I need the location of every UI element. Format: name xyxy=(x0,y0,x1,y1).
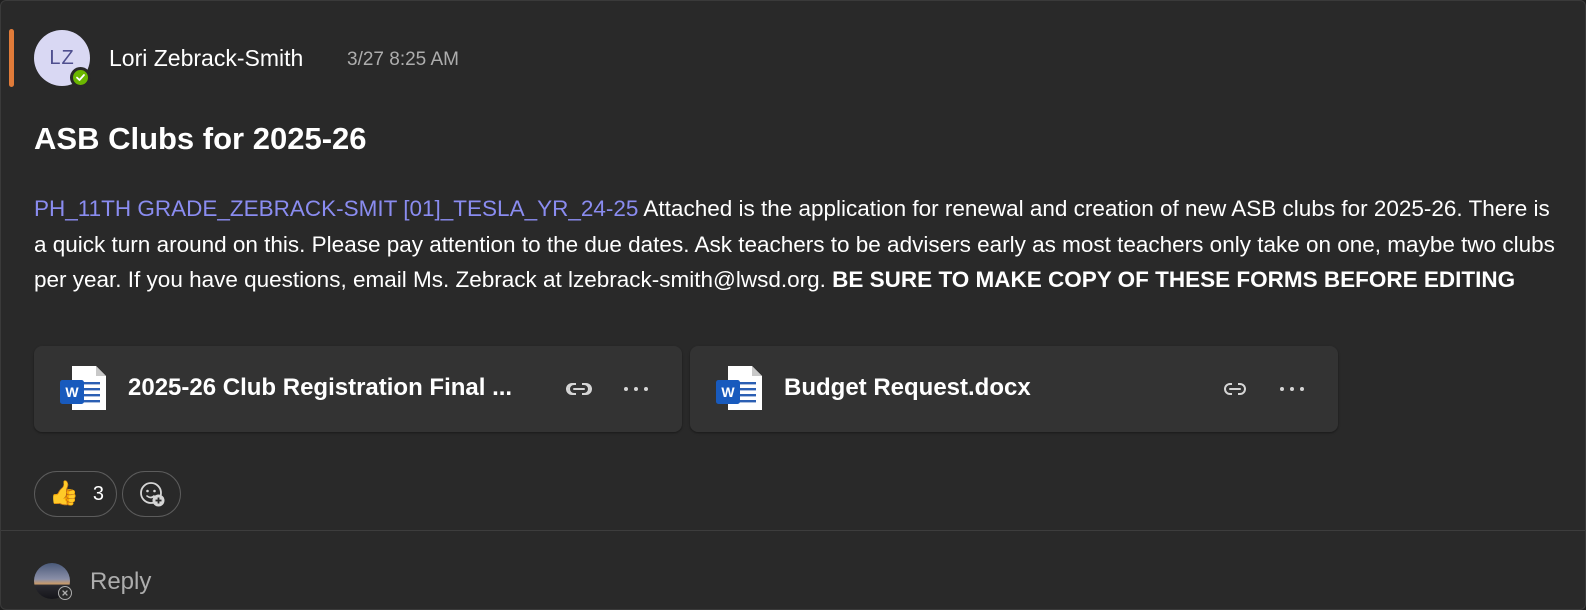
reply-button[interactable]: Reply xyxy=(90,568,151,596)
channel-mention[interactable]: PH_11TH GRADE_ZEBRACK-SMIT [01]_TESLA_YR… xyxy=(34,196,638,221)
offline-status-icon xyxy=(58,586,72,600)
message-card: LZ Lori Zebrack-Smith 3/27 8:25 AM ASB C… xyxy=(0,0,1586,610)
sender-initials: LZ xyxy=(49,46,75,69)
reaction-count: 3 xyxy=(92,482,105,505)
message-body: PH_11TH GRADE_ZEBRACK-SMIT [01]_TESLA_YR… xyxy=(34,191,1564,298)
sender-name[interactable]: Lori Zebrack-Smith xyxy=(109,45,303,72)
add-reaction-button[interactable] xyxy=(122,471,181,517)
thumbs-up-icon: 👍 xyxy=(49,480,79,507)
copy-link-icon[interactable] xyxy=(1220,374,1250,404)
attachment-card[interactable]: W 2025-26 Club Registration Final ... xyxy=(34,346,682,432)
word-doc-icon: W xyxy=(60,366,106,410)
message-subject: ASB Clubs for 2025-26 xyxy=(34,121,367,156)
unread-accent-bar xyxy=(9,29,14,87)
like-reaction-button[interactable]: 👍 3 xyxy=(34,471,117,517)
reply-divider xyxy=(1,530,1585,531)
attachment-name[interactable]: 2025-26 Club Registration Final ... xyxy=(128,374,548,402)
more-options-icon[interactable] xyxy=(1274,374,1310,404)
attachment-card[interactable]: W Budget Request.docx xyxy=(690,346,1338,432)
word-doc-icon: W xyxy=(716,366,762,410)
message-body-bold-text: BE SURE TO MAKE COPY OF THESE FORMS BEFO… xyxy=(832,267,1516,292)
copy-link-icon[interactable] xyxy=(564,374,594,404)
message-timestamp: 3/27 8:25 AM xyxy=(347,49,459,70)
attachment-name[interactable]: Budget Request.docx xyxy=(784,374,1204,402)
svg-text:W: W xyxy=(65,384,79,400)
add-emoji-icon xyxy=(139,482,164,507)
svg-text:W: W xyxy=(721,384,735,400)
more-options-icon[interactable] xyxy=(618,374,654,404)
available-status-icon xyxy=(70,67,91,88)
